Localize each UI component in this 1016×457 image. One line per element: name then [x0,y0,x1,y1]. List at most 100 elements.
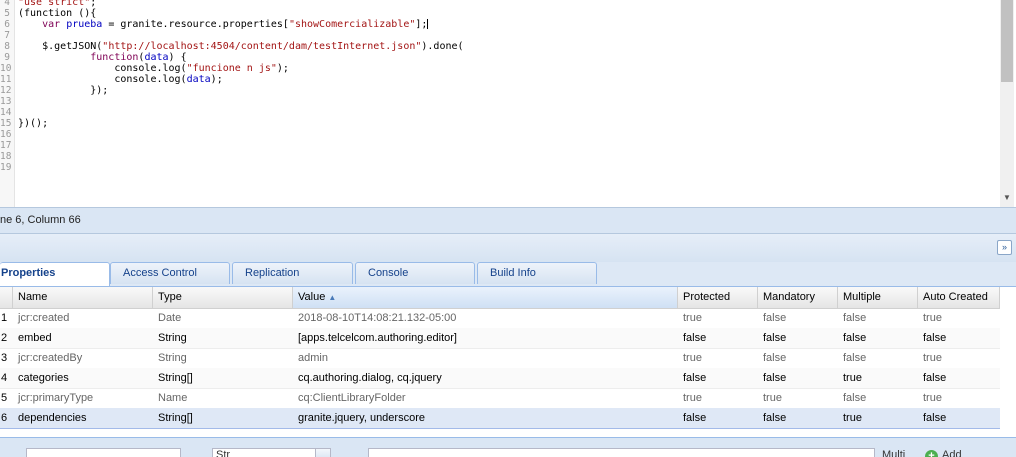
code-token: (function (){ [18,8,97,19]
cell-multiple[interactable]: true [838,368,918,388]
code-token: })(); [18,118,49,129]
code-token: = granite.resource.properties[ [102,19,289,30]
cell-auto-created[interactable]: true [918,308,1000,328]
code-text: $.getJSON("http://localhost:4504/content… [18,41,463,52]
tab-console[interactable]: Console [355,262,475,284]
line-number: 9 [4,52,10,63]
cell-auto-created[interactable]: false [918,328,1000,348]
tab-access-control[interactable]: Access Control [110,262,230,284]
cell-mandatory[interactable]: false [758,348,838,368]
line-number: 13 [0,96,12,107]
editor-vertical-scrollbar[interactable]: ▼ [1000,0,1014,207]
editor-scroll-thumb[interactable] [1001,0,1013,82]
code-token: console.log( [18,63,187,74]
code-token: }); [18,85,109,96]
code-text: "use strict"; [18,0,96,8]
table-row[interactable]: 5 jcr:primaryType Name cq:ClientLibraryFold… [0,388,1000,409]
table-row[interactable]: 6 dependencies String[] granite.jquery, und… [0,408,1000,429]
cell-value[interactable]: cq:ClientLibraryFolder [293,388,678,408]
row-number: 6 [1,412,8,424]
cell-name[interactable]: jcr:created [13,308,153,328]
cell-type[interactable]: String [153,328,293,348]
cell-value[interactable]: granite.jquery, underscore [293,408,678,428]
cell-type[interactable]: String[] [153,368,293,388]
cell-protected[interactable]: false [678,328,758,348]
cell-protected[interactable]: true [678,388,758,408]
cell-mandatory[interactable]: true [758,388,838,408]
column-header-protected[interactable]: Protected [678,287,758,308]
cell-multiple[interactable]: false [838,348,918,368]
line-number: 17 [0,140,12,151]
property-editor-toolbar: Str Multi + Add [0,437,1016,457]
text-caret [427,19,429,29]
cell-value[interactable]: admin [293,348,678,368]
row-number: 1 [1,312,8,324]
code-token: data [186,74,211,85]
row-number: 4 [1,372,8,384]
column-header-multiple[interactable]: Multiple [838,287,918,308]
code-text: var prueba = granite.resource.properties… [18,19,429,30]
cell-name[interactable]: categories [13,368,153,388]
cell-protected[interactable]: false [678,368,758,388]
cell-auto-created[interactable]: true [918,348,1000,368]
cell-mandatory[interactable]: false [758,328,838,348]
cell-value[interactable]: 2018-08-10T14:08:21.132-05:00 [293,308,678,328]
line-number: 6 [4,19,10,30]
cell-multiple[interactable]: false [838,328,918,348]
cell-type[interactable]: Name [153,388,293,408]
tab-properties[interactable]: Properties [0,262,110,286]
line-number: 14 [0,107,12,118]
table-row[interactable]: 4 categories String[] cq.authoring.dialog, … [0,368,1000,389]
cell-type[interactable]: String [153,348,293,368]
cell-protected[interactable]: true [678,348,758,368]
line-number: 7 [4,30,10,41]
cell-mandatory[interactable]: false [758,408,838,428]
cell-mandatory[interactable]: false [758,368,838,388]
table-row[interactable]: 3 jcr:createdBy String admin true false false t… [0,348,1000,369]
cell-name[interactable]: jcr:createdBy [13,348,153,368]
cell-name[interactable]: jcr:primaryType [13,388,153,408]
cell-mandatory[interactable]: false [758,308,838,328]
line-number: 8 [4,41,10,52]
column-header-name[interactable]: Name [13,287,153,308]
cell-multiple[interactable]: true [838,408,918,428]
column-header-mandatory[interactable]: Mandatory [758,287,838,308]
code-token: data [144,52,169,63]
cell-multiple[interactable]: false [838,308,918,328]
line-number: 18 [0,151,12,162]
cell-protected[interactable]: false [678,408,758,428]
tab-build-info[interactable]: Build Info [477,262,597,284]
line-number: 12 [0,85,12,96]
code-text: console.log("funcione n js"); [18,63,289,74]
code-editor[interactable]: 4 "use strict"; 5 (function (){6 var prueba… [0,0,1016,207]
code-token: "http://localhost:4504/content/dam/testI… [102,41,422,52]
line-number: 16 [0,129,12,140]
table-row[interactable]: 1 jcr:created Date 2018-08-10T14:08:21.132-… [0,308,1000,329]
collapse-panel-icon[interactable]: » [997,240,1012,255]
cell-value[interactable]: [apps.telcelcom.authoring.editor] [293,328,678,348]
cell-name[interactable]: embed [13,328,153,348]
cell-name[interactable]: dependencies [13,408,153,428]
cursor-position-text: ne 6, Column 66 [0,214,81,226]
cell-multiple[interactable]: false [838,388,918,408]
cell-auto-created[interactable]: false [918,368,1000,388]
column-header-type[interactable]: Type [153,287,293,308]
column-header-auto-created[interactable]: Auto Created [918,287,1000,308]
cell-protected[interactable]: true [678,308,758,328]
cell-type[interactable]: Date [153,308,293,328]
cell-type[interactable]: String[] [153,408,293,428]
code-token: "showComercializable" [288,19,416,30]
line-number: 5 [4,8,10,19]
cell-value[interactable]: cq.authoring.dialog, cq.jquery [293,368,678,388]
code-token: "funcione n js" [186,63,277,74]
column-header-value[interactable]: Value ▲ [293,287,678,308]
cell-auto-created[interactable]: true [918,388,1000,408]
cell-auto-created[interactable]: false [918,408,1000,428]
scroll-down-arrow-icon[interactable]: ▼ [1000,193,1014,203]
table-row[interactable]: 2 embed String [apps.telcelcom.authoring.ed… [0,328,1000,349]
tab-replication[interactable]: Replication [232,262,353,284]
code-token: ; [90,0,97,8]
row-number-header [0,287,13,308]
panel-splitter[interactable]: » [0,234,1016,262]
